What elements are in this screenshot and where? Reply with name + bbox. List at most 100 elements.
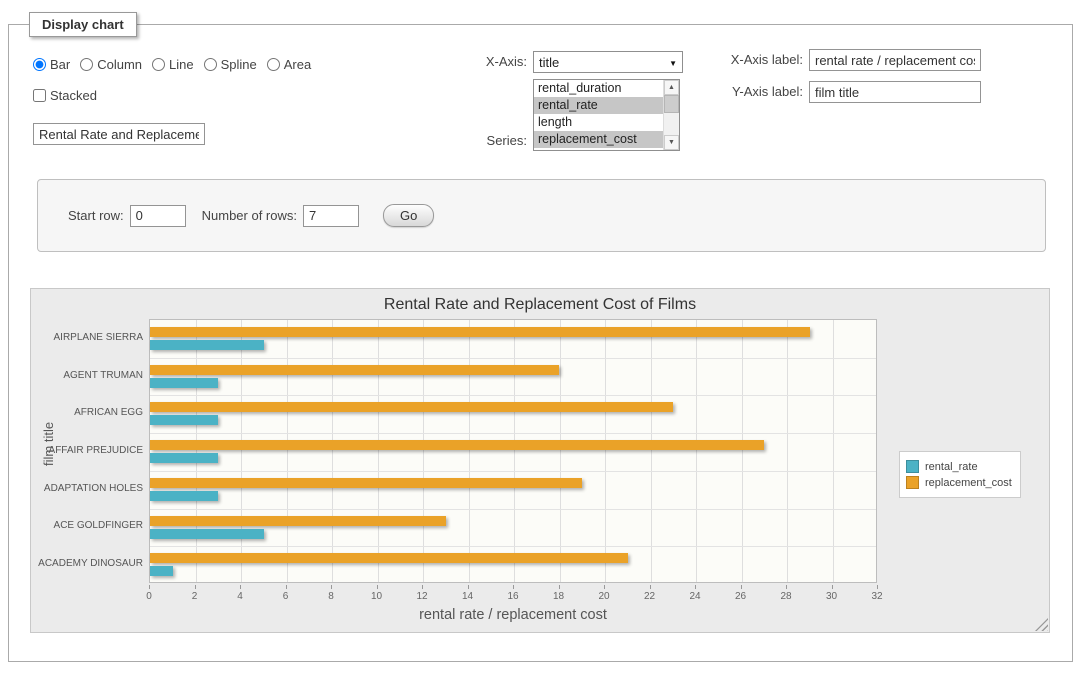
stacked-checkbox[interactable] — [33, 89, 46, 102]
y-category-label: AGENT TRUMAN — [35, 370, 143, 381]
stacked-row: Stacked — [33, 88, 473, 103]
chart-legend: rental_rate replacement_cost — [899, 451, 1021, 498]
x-axis-label-input[interactable] — [809, 49, 981, 71]
y-axis-label-field-label: Y-Axis label: — [723, 81, 809, 103]
chart-type-bar[interactable]: Bar — [33, 57, 70, 72]
series-label-text: Series: — [473, 133, 533, 151]
bar-replacement_cost — [150, 327, 810, 337]
x-axis-select[interactable]: title ▼ — [533, 51, 683, 73]
series-listbox[interactable]: rental_duration rental_rate length repla… — [533, 79, 680, 151]
x-tick-mark — [741, 585, 742, 589]
series-options: rental_duration rental_rate length repla… — [534, 80, 663, 150]
x-tick-mark — [377, 585, 378, 589]
chart-title-input[interactable] — [33, 123, 205, 145]
plot-area — [149, 319, 877, 583]
bar-replacement_cost — [150, 365, 559, 375]
legend-swatch-rental_rate — [906, 460, 919, 473]
row-range-panel: Start row: Number of rows: Go — [37, 179, 1046, 252]
chart-type-line[interactable]: Line — [152, 57, 194, 72]
legend-item: rental_rate — [906, 460, 1012, 473]
start-row-input[interactable] — [130, 205, 186, 227]
page: Display chart Bar Column Line — [0, 0, 1081, 674]
go-button[interactable]: Go — [383, 204, 434, 227]
display-chart-legend: Display chart — [29, 12, 137, 37]
chart-canvas: Rental Rate and Replacement Cost of Film… — [31, 289, 1049, 632]
series-option-rental-duration[interactable]: rental_duration — [534, 80, 663, 97]
grid-line-vertical — [696, 320, 697, 582]
chart-type-area-radio[interactable] — [267, 58, 280, 71]
x-tick-label: 16 — [498, 591, 528, 602]
x-axis-label-row: X-Axis label: — [723, 49, 1048, 71]
listbox-scrollbar[interactable]: ▲ ▼ — [663, 80, 679, 150]
number-of-rows-input[interactable] — [303, 205, 359, 227]
bar-replacement_cost — [150, 478, 582, 488]
chart-type-radio-group: Bar Column Line Spline — [33, 57, 473, 72]
display-chart-panel: Display chart Bar Column Line — [8, 12, 1073, 662]
scrollbar-thumb[interactable] — [664, 95, 679, 113]
y-category-label: AFRICAN EGG — [35, 407, 143, 418]
grid-line-vertical — [833, 320, 834, 582]
grid-line-vertical — [378, 320, 379, 582]
x-tick-mark — [559, 585, 560, 589]
x-tick-mark — [468, 585, 469, 589]
grid-line-vertical — [514, 320, 515, 582]
x-tick-mark — [650, 585, 651, 589]
scrollbar-track[interactable] — [664, 95, 679, 135]
x-tick-label: 2 — [180, 591, 210, 602]
chart-y-axis-label: film title — [41, 369, 56, 519]
scroll-down-icon[interactable]: ▼ — [664, 135, 679, 150]
chart-type-spline-radio[interactable] — [204, 58, 217, 71]
start-row-label: Start row: — [68, 208, 124, 223]
grid-line-horizontal — [150, 358, 876, 359]
grid-line-vertical — [651, 320, 652, 582]
chart-type-column: Bar Column Line Spline — [33, 49, 473, 145]
x-axis-row: X-Axis: title ▼ — [473, 51, 723, 73]
chart-type-spline[interactable]: Spline — [204, 57, 257, 72]
grid-line-vertical — [332, 320, 333, 582]
x-tick-label: 20 — [589, 591, 619, 602]
series-option-rental-rate[interactable]: rental_rate — [534, 97, 663, 114]
x-tick-mark — [786, 585, 787, 589]
chart-type-line-radio[interactable] — [152, 58, 165, 71]
chart-type-spline-label: Spline — [221, 57, 257, 72]
x-tick-label: 8 — [316, 591, 346, 602]
chart-type-line-label: Line — [169, 57, 194, 72]
x-tick-mark — [195, 585, 196, 589]
chart-type-column-opt[interactable]: Column — [80, 57, 142, 72]
x-tick-mark — [832, 585, 833, 589]
scroll-up-icon[interactable]: ▲ — [664, 80, 679, 95]
grid-line-vertical — [241, 320, 242, 582]
x-tick-label: 18 — [544, 591, 574, 602]
chart-type-bar-radio[interactable] — [33, 58, 46, 71]
y-category-label: AIRPLANE SIERRA — [35, 332, 143, 343]
chevron-down-icon: ▼ — [669, 59, 677, 68]
series-option-length[interactable]: length — [534, 114, 663, 131]
legend-item: replacement_cost — [906, 476, 1012, 489]
x-tick-mark — [422, 585, 423, 589]
y-axis-label-input[interactable] — [809, 81, 981, 103]
bar-replacement_cost — [150, 440, 764, 450]
x-tick-mark — [877, 585, 878, 589]
bar-rental_rate — [150, 453, 218, 463]
chart-type-area-label: Area — [284, 57, 311, 72]
chart-type-column-radio[interactable] — [80, 58, 93, 71]
y-category-label: AFFAIR PREJUDICE — [35, 445, 143, 456]
y-category-label: ADAPTATION HOLES — [35, 483, 143, 494]
bar-rental_rate — [150, 378, 218, 388]
chart-controls: Bar Column Line Spline — [9, 37, 1072, 157]
y-axis-label-row: Y-Axis label: — [723, 81, 1048, 103]
x-tick-mark — [695, 585, 696, 589]
series-option-replacement-cost[interactable]: replacement_cost — [534, 131, 663, 148]
x-tick-label: 10 — [362, 591, 392, 602]
chart-type-column-label: Column — [97, 57, 142, 72]
x-tick-label: 6 — [271, 591, 301, 602]
grid-line-horizontal — [150, 546, 876, 547]
x-tick-label: 14 — [453, 591, 483, 602]
stacked-option[interactable]: Stacked — [33, 88, 97, 103]
grid-line-vertical — [560, 320, 561, 582]
bar-rental_rate — [150, 566, 173, 576]
chart-type-area[interactable]: Area — [267, 57, 311, 72]
x-axis-selected-value: title — [539, 55, 559, 70]
bar-rental_rate — [150, 415, 218, 425]
x-tick-label: 28 — [771, 591, 801, 602]
